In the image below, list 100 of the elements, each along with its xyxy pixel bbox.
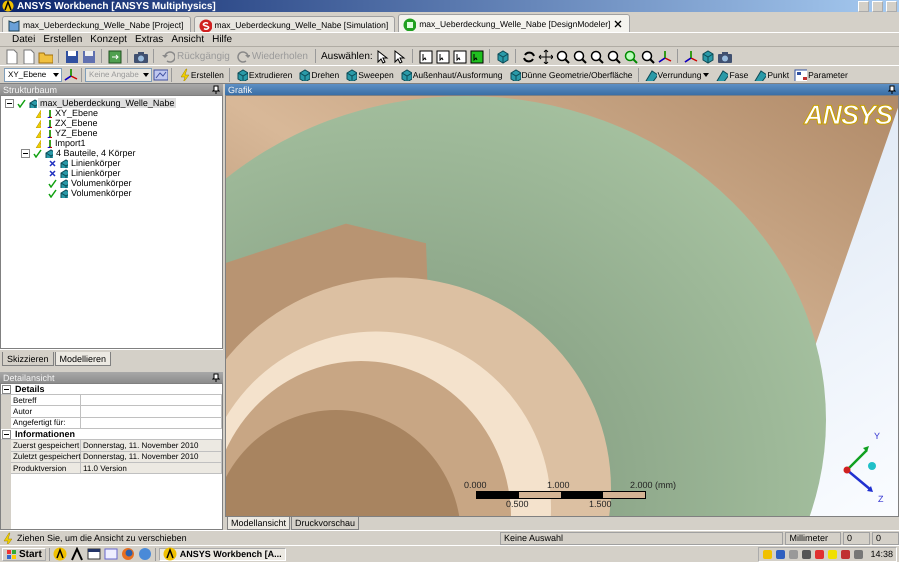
toolbar-button[interactable]: Erstellen xyxy=(174,68,226,81)
wedge-icon xyxy=(753,68,766,81)
document-tab[interactable]: max_Ueberdeckung_Welle_Nabe [Simulation] xyxy=(194,16,396,32)
zoom-icon[interactable] xyxy=(554,48,570,64)
zoom-icon[interactable] xyxy=(588,48,604,64)
group-header: Details xyxy=(15,384,45,394)
property-value: Donnerstag, 11. November 2010 xyxy=(81,452,222,462)
collapse-toggle[interactable] xyxy=(2,430,11,439)
menu-item[interactable]: Datei xyxy=(8,34,40,45)
ansys-logo-icon[interactable] xyxy=(52,547,67,561)
menu-item[interactable]: Extras xyxy=(130,34,168,45)
tray-icon[interactable] xyxy=(801,548,812,560)
zoom-icon[interactable] xyxy=(606,48,621,64)
cube-icon[interactable] xyxy=(700,48,715,64)
document-tab[interactable]: max_Ueberdeckung_Welle_Nabe [DesignModeler] xyxy=(398,14,630,32)
property-label: Betreff xyxy=(11,395,81,406)
close-icon[interactable] xyxy=(613,18,624,28)
panel-title: Grafik xyxy=(228,84,252,94)
toolbar-button[interactable]: Dünne Geometrie/Oberfläche xyxy=(506,68,635,81)
expand-toggle[interactable] xyxy=(5,98,14,108)
axes-icon[interactable] xyxy=(682,48,698,64)
tray-icon[interactable] xyxy=(814,548,826,560)
plane-dropdown[interactable]: XY_Ebene xyxy=(4,68,62,82)
pan-icon[interactable] xyxy=(538,48,553,64)
toolbar-button[interactable]: Extrudieren xyxy=(232,68,294,81)
collapse-toggle[interactable] xyxy=(2,384,11,394)
property-value: Donnerstag, 11. November 2010 xyxy=(81,440,222,451)
page-icon[interactable] xyxy=(21,48,36,64)
taskbar-item[interactable]: ANSYS Workbench [A... xyxy=(158,548,286,560)
cube-icon xyxy=(27,98,37,108)
tree-item[interactable]: Volumenkörper xyxy=(69,188,134,198)
export-icon[interactable] xyxy=(107,48,122,64)
scale-label: 2.000 (mm) xyxy=(630,480,676,490)
view-tab[interactable]: Druckvorschau xyxy=(291,517,360,530)
clock: 14:38 xyxy=(870,549,893,559)
pin-icon[interactable] xyxy=(888,84,896,94)
tree-item[interactable]: Import1 xyxy=(53,138,88,148)
panel-tab[interactable]: Modellieren xyxy=(54,352,112,366)
tree-item[interactable]: max_Ueberdeckung_Welle_Nabe xyxy=(38,98,176,108)
toolbar-button[interactable]: Verrundung xyxy=(642,68,712,81)
cube-icon[interactable] xyxy=(494,48,510,64)
property-label: Autor xyxy=(11,406,81,417)
zoom-icon[interactable] xyxy=(572,48,587,64)
tree-item[interactable]: YZ_Ebene xyxy=(53,128,100,138)
select-box-icon[interactable] xyxy=(468,48,484,64)
toolbar-button[interactable]: Sweepen xyxy=(342,68,396,81)
toolbar-button[interactable]: Fase xyxy=(713,68,750,81)
window-icon[interactable] xyxy=(86,547,101,561)
scale-label: 0.500 xyxy=(506,499,529,509)
panel-title: Strukturbaum xyxy=(3,84,58,94)
tree-item[interactable]: Linienkörper xyxy=(69,158,123,168)
panel-tab[interactable]: Skizzieren xyxy=(2,352,54,366)
pin-icon[interactable] xyxy=(212,372,220,382)
cursor-icon[interactable] xyxy=(374,48,390,64)
cube-icon xyxy=(43,148,53,158)
menu-item[interactable]: Erstellen xyxy=(39,34,86,45)
cube-icon xyxy=(58,188,68,198)
tree-item[interactable]: ZX_Ebene xyxy=(53,118,100,128)
window-title: ANSYS Workbench [ANSYS Multiphysics] xyxy=(17,0,217,12)
axes-icon[interactable] xyxy=(63,67,78,82)
view-tab[interactable]: Modellansicht xyxy=(227,517,290,530)
tree-item[interactable]: Volumenkörper xyxy=(69,178,134,188)
axes-icon[interactable] xyxy=(656,48,672,64)
tree-item[interactable]: Linienkörper xyxy=(69,168,123,178)
scale-label: 1.500 xyxy=(589,499,612,509)
letter-a-icon[interactable] xyxy=(70,547,84,561)
caret-icon xyxy=(702,70,710,78)
menu-item[interactable]: Konzept xyxy=(86,34,131,45)
menu-item[interactable]: Ansicht xyxy=(167,34,208,45)
select-box-icon[interactable] xyxy=(452,48,467,64)
save-icon[interactable] xyxy=(81,48,96,64)
tree-item[interactable]: XY_Ebene xyxy=(53,108,100,118)
toolbar-button[interactable]: Parameter xyxy=(792,68,850,81)
toolbar-button[interactable]: Außenhaut/Ausformung xyxy=(396,68,504,81)
zoom-icon[interactable] xyxy=(640,48,655,64)
cursor-icon[interactable] xyxy=(392,48,407,64)
scale-label: 0.000 xyxy=(464,480,487,490)
scale-label: 1.000 xyxy=(547,480,570,490)
new-file-icon[interactable] xyxy=(4,48,19,64)
tray-icon[interactable] xyxy=(840,548,852,560)
caret-icon xyxy=(52,70,60,78)
tray-icon[interactable] xyxy=(853,548,864,560)
sketch-icon[interactable] xyxy=(152,67,168,82)
select-box-icon[interactable] xyxy=(418,48,433,64)
menu-item[interactable]: Hilfe xyxy=(208,34,236,45)
select-box-icon[interactable] xyxy=(434,48,450,64)
pin-icon[interactable] xyxy=(212,84,220,94)
save-icon[interactable] xyxy=(64,48,79,64)
globe-icon[interactable] xyxy=(120,547,135,561)
toolbar-button[interactable]: Drehen xyxy=(295,68,342,81)
tree-item[interactable]: 4 Bauteile, 4 Körper xyxy=(54,148,138,158)
expand-toggle[interactable] xyxy=(21,148,30,158)
document-tab[interactable]: max_Ueberdeckung_Welle_Nabe [Project] xyxy=(2,16,190,32)
toolbar-button[interactable]: Punkt xyxy=(751,68,792,81)
wedge-icon xyxy=(715,68,728,81)
ansys-logo-icon xyxy=(2,0,14,12)
tray-icon[interactable] xyxy=(775,548,786,560)
axis-label: Z xyxy=(878,494,884,504)
rotate-icon[interactable] xyxy=(520,48,536,64)
start-button[interactable]: Start xyxy=(2,548,46,560)
